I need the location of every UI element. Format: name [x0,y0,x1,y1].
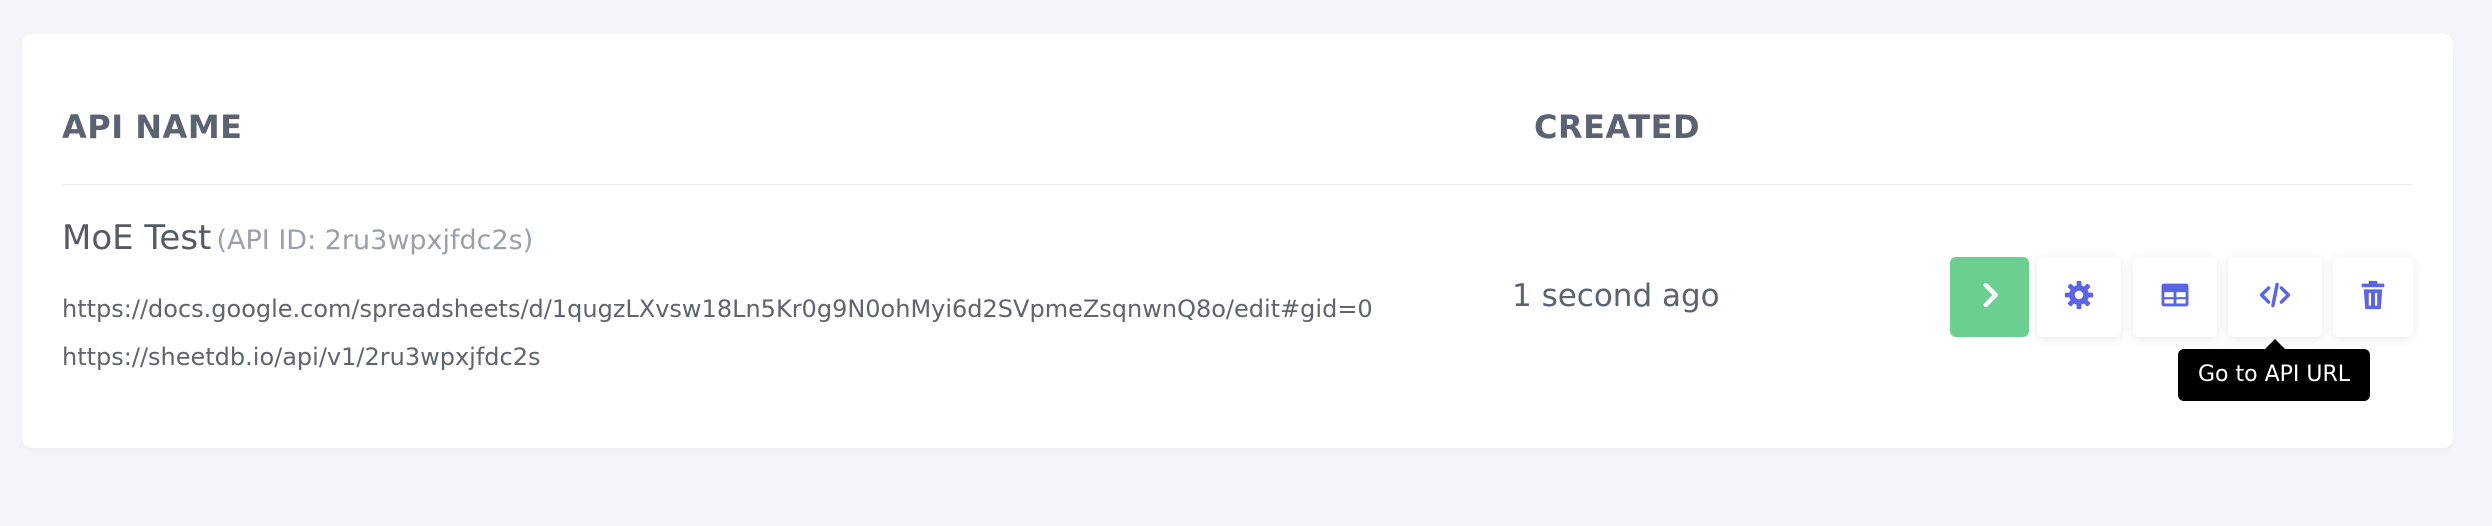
delete-button[interactable] [2333,257,2413,337]
tooltip: Go to API URL [2178,349,2370,401]
column-header-created: CREATED [1534,108,1701,146]
trash-icon [2356,278,2390,316]
chevron-right-icon [1973,278,2007,316]
column-header-api-name: API NAME [62,108,243,146]
header-divider [62,184,2412,185]
tooltip-arrow [2265,339,2285,349]
api-url[interactable]: https://sheetdb.io/api/v1/2ru3wpxjfdc2s [62,342,540,372]
api-id: (API ID: 2ru3wpxjfdc2s) [216,225,534,256]
go-button[interactable] [1950,257,2029,337]
gear-icon [2062,278,2096,316]
api-name: MoE Test [62,218,212,258]
spreadsheet-url[interactable]: https://docs.google.com/spreadsheets/d/1… [62,294,1373,324]
settings-button[interactable] [2037,257,2121,337]
api-title: MoE Test (API ID: 2ru3wpxjfdc2s) [62,218,533,264]
code-icon [2258,278,2292,316]
table-icon [2158,278,2192,316]
created-time: 1 second ago [1512,278,1720,314]
api-url-button[interactable] [2228,257,2322,337]
view-sheet-button[interactable] [2133,257,2217,337]
